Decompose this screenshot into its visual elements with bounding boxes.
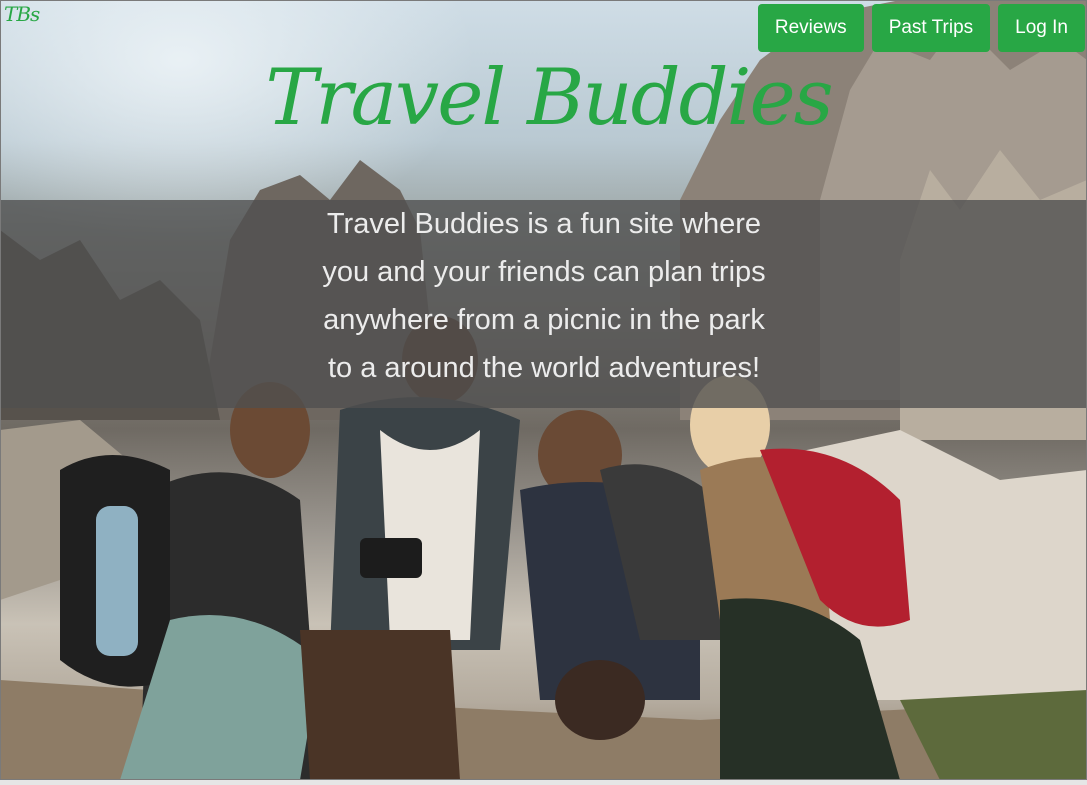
page-title: Travel Buddies: [265, 53, 833, 143]
tagline-line: Travel Buddies is a fun site where: [326, 208, 762, 240]
tagline-line: to a around the world adventures!: [327, 352, 761, 384]
site-logo[interactable]: TBs: [4, 4, 40, 24]
log-in-button[interactable]: Log In: [998, 4, 1085, 52]
tagline-text: Travel Buddies is a fun site where you a…: [291, 200, 797, 392]
top-nav: Reviews Past Trips Log In: [757, 4, 1085, 52]
past-trips-button[interactable]: Past Trips: [871, 4, 991, 52]
hero-section: TBs Reviews Past Trips Log In Travel Bud…: [0, 0, 1087, 780]
footer-divider: [0, 780, 1087, 785]
reviews-button[interactable]: Reviews: [757, 4, 864, 52]
tagline-line: anywhere from a picnic in the park: [323, 304, 765, 336]
tagline-line: you and your friends can plan trips: [322, 256, 766, 288]
